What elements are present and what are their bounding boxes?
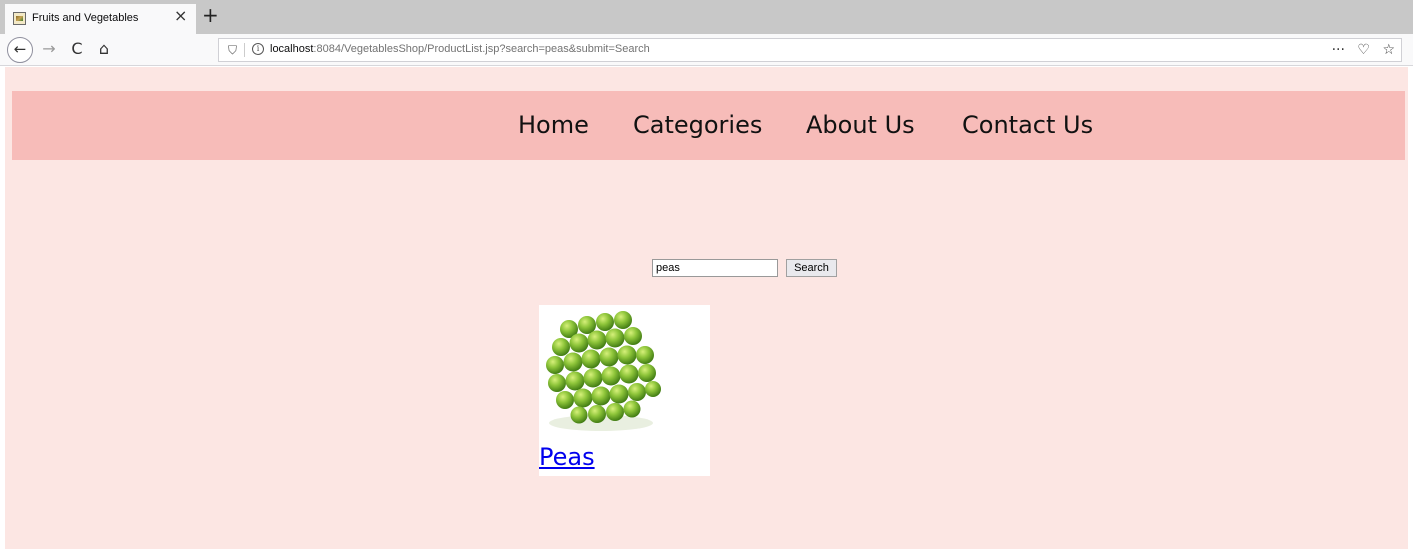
url-text[interactable]: localhost:8084/VegetablesShop/ProductLis…	[270, 43, 650, 55]
tab-close-icon[interactable]: ×	[174, 8, 187, 24]
tab-strip: Fruits and Vegetables × +	[0, 0, 1413, 34]
product-card: Peas	[539, 305, 710, 476]
url-path: :8084/VegetablesShop/ProductList.jsp?sea…	[313, 43, 650, 55]
url-divider	[244, 43, 245, 57]
home-icon[interactable]: ⌂	[95, 38, 113, 60]
shield-icon[interactable]: ⛉	[228, 42, 237, 58]
new-tab-icon[interactable]: +	[202, 5, 219, 25]
more-actions-icon[interactable]: ···	[1332, 42, 1345, 58]
product-image[interactable]	[539, 305, 710, 440]
reload-icon[interactable]: C	[68, 38, 86, 60]
menu-contact-us[interactable]: Contact Us	[962, 111, 1093, 139]
browser-tab[interactable]: Fruits and Vegetables ×	[5, 4, 196, 34]
main-menu: Home Categories About Us Contact Us	[12, 91, 1405, 160]
favicon-icon	[13, 12, 26, 25]
url-host: localhost	[270, 43, 314, 55]
url-actions: ··· ♡ ☆	[1324, 41, 1395, 59]
menu-categories[interactable]: Categories	[633, 111, 762, 139]
menu-about-us[interactable]: About Us	[806, 111, 915, 139]
tab-title: Fruits and Vegetables	[32, 12, 139, 24]
address-bar[interactable]: ⛉ i localhost:8084/VegetablesShop/Produc…	[218, 38, 1402, 62]
forward-icon[interactable]: →	[40, 38, 58, 60]
pocket-icon[interactable]: ♡	[1357, 42, 1370, 58]
nav-toolbar: ← → C ⌂ ⛉ i localhost:8084/VegetablesSho…	[0, 34, 1413, 66]
back-icon[interactable]: ←	[7, 37, 33, 63]
page-body: Home Categories About Us Contact Us Sear…	[5, 67, 1408, 549]
info-icon[interactable]: i	[252, 43, 264, 55]
bookmark-star-icon[interactable]: ☆	[1382, 42, 1395, 58]
search-input[interactable]	[652, 259, 778, 277]
search-button[interactable]: Search	[786, 259, 837, 277]
menu-home[interactable]: Home	[518, 111, 589, 139]
product-link-peas[interactable]: Peas	[539, 443, 595, 471]
